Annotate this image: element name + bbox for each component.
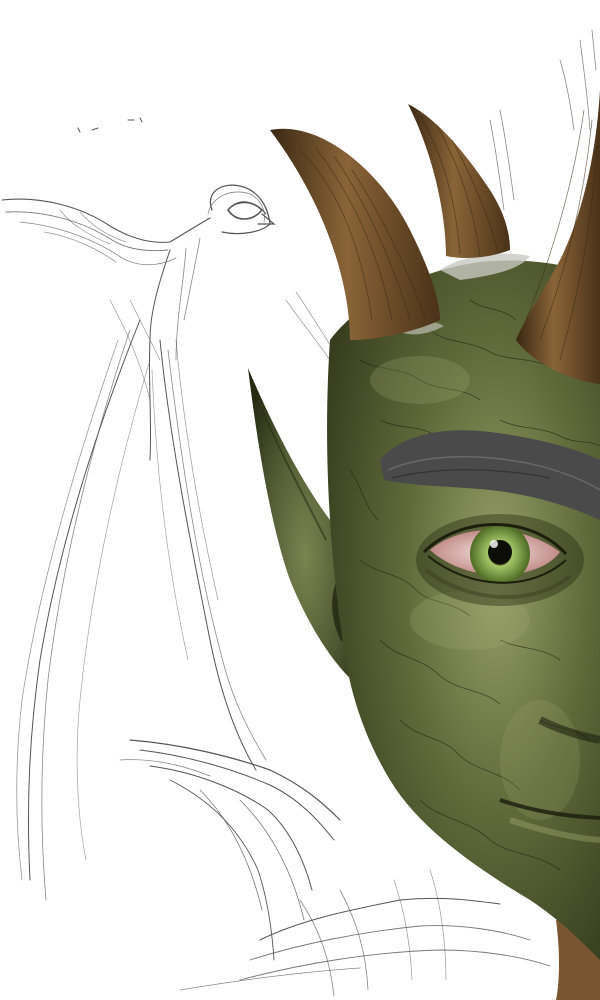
horn-middle	[408, 104, 510, 258]
artwork-canvas	[0, 0, 600, 1000]
goblin-face-icon	[248, 90, 600, 1000]
horn-right	[516, 90, 600, 384]
horn-left	[270, 128, 440, 340]
artwork-svg	[1, 29, 600, 1000]
